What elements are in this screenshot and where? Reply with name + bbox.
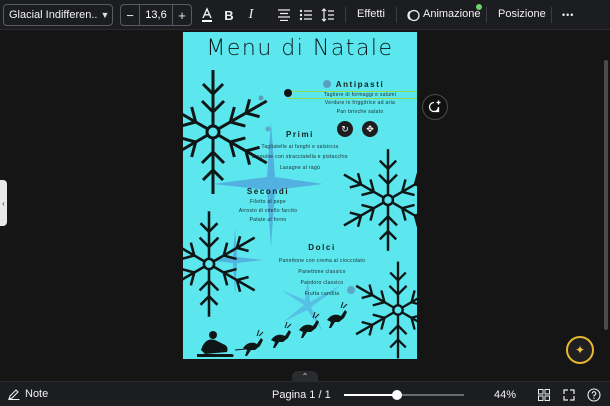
font-size-stepper: − 13,6 + — [120, 4, 192, 26]
menu-title[interactable]: Menu di Natale — [183, 36, 417, 61]
menu-item[interactable]: Lasagne al ragù — [229, 165, 371, 171]
design-page[interactable]: Menu di Natale Antipasti Tagliere di for… — [183, 32, 417, 359]
chevron-left-icon: ‹ — [2, 198, 5, 208]
move-icon: ✥ — [366, 123, 374, 134]
italic-icon: I — [248, 7, 254, 22]
menu-item[interactable]: Tagliatelle ai funghi e salsiccia — [229, 144, 371, 150]
sparkle-icon: ✦ — [574, 343, 586, 357]
toolbar-divider — [345, 7, 346, 23]
section-title-secondi[interactable]: Secondi — [217, 187, 319, 196]
align-center-button[interactable] — [276, 5, 292, 25]
selection-handle[interactable] — [284, 89, 292, 97]
position-button[interactable]: Posizione — [498, 8, 546, 20]
menu-item[interactable]: Arrosto di vitello farcito — [217, 208, 319, 214]
add-comment-button[interactable] — [422, 94, 448, 120]
zoom-slider-thumb[interactable] — [391, 390, 402, 400]
fullscreen-button[interactable] — [561, 387, 577, 403]
more-options-button[interactable]: ••• — [562, 10, 574, 20]
rotate-icon: ↻ — [341, 123, 349, 134]
line-spacing-button[interactable] — [320, 5, 336, 25]
menu-item[interactable]: Pan brioche salato — [309, 109, 411, 115]
animation-button[interactable]: Animazione — [423, 8, 480, 20]
snowflake-decoration — [183, 210, 261, 318]
side-panel-toggle[interactable]: ‹ — [0, 180, 7, 226]
notes-label: Note — [25, 388, 49, 400]
section-title-dolci[interactable]: Dolci — [271, 243, 373, 252]
move-button[interactable]: ✥ — [362, 121, 378, 137]
increase-font-size-button[interactable]: + — [173, 8, 191, 23]
toolbar-divider — [551, 7, 552, 23]
text-color-icon — [202, 7, 212, 22]
top-toolbar: Glacial Indifferen... ▼ − 13,6 + B I Eff… — [0, 0, 610, 30]
snowflake-decoration — [350, 260, 417, 359]
notes-button[interactable]: Note — [8, 388, 48, 400]
selection-outline[interactable] — [287, 91, 417, 99]
sleigh-silhouette — [197, 301, 348, 357]
decrease-font-size-button[interactable]: − — [121, 8, 139, 23]
animation-icon — [406, 5, 420, 25]
bottom-bar: Note Pagina 1 / 1 44% — [0, 381, 610, 406]
toolbar-divider — [486, 7, 487, 23]
menu-item[interactable]: Filetto al pepe — [217, 199, 319, 205]
grid-view-icon — [538, 389, 550, 401]
chevron-up-icon: ⌃ — [301, 371, 309, 381]
italic-button[interactable]: I — [243, 5, 259, 25]
menu-item[interactable]: Panettone classico — [251, 269, 393, 275]
menu-item[interactable]: Pandoro classico — [251, 280, 393, 286]
grid-view-button[interactable] — [536, 387, 552, 403]
font-family-value: Glacial Indifferen... — [9, 9, 98, 21]
font-size-input[interactable]: 13,6 — [139, 5, 173, 25]
magic-assistant-button[interactable]: ✦ — [566, 336, 594, 364]
animation-status-dot — [476, 4, 482, 10]
menu-item[interactable]: Frutta candita — [251, 291, 393, 297]
section-title-antipasti[interactable]: Antipasti — [309, 80, 411, 89]
page-counter[interactable]: Pagina 1 / 1 — [272, 389, 331, 401]
help-icon — [587, 388, 601, 402]
font-family-select[interactable]: Glacial Indifferen... ▼ — [3, 4, 113, 26]
effects-button[interactable]: Effetti — [357, 8, 385, 20]
menu-item[interactable]: Verdure in friggitrice ad aria — [309, 100, 411, 106]
comment-plus-icon — [428, 100, 441, 113]
help-button[interactable] — [586, 387, 602, 403]
pencil-notes-icon — [8, 389, 20, 400]
line-spacing-icon — [321, 8, 334, 22]
toolbar-divider — [396, 7, 397, 23]
align-center-icon — [278, 9, 290, 21]
chevron-down-icon: ▼ — [100, 10, 110, 20]
fullscreen-icon — [563, 389, 575, 401]
menu-item[interactable]: Patate al forno — [217, 217, 319, 223]
vertical-scrollbar[interactable] — [604, 60, 608, 330]
menu-item[interactable]: Panettone con crema al cioccolato — [251, 258, 393, 264]
bold-button[interactable]: B — [221, 5, 237, 25]
bullet-list-icon — [299, 9, 312, 21]
section-title-primi[interactable]: Primi — [249, 130, 351, 139]
zoom-level[interactable]: 44% — [494, 389, 516, 401]
rotate-button[interactable]: ↻ — [337, 121, 353, 137]
bubble-decoration — [258, 95, 264, 101]
menu-item[interactable]: Linguine con stracciatella e pistacchio — [229, 154, 371, 160]
bullet-list-button[interactable] — [298, 5, 314, 25]
bold-icon: B — [224, 7, 234, 23]
expand-pages-button[interactable]: ⌃ — [292, 371, 318, 381]
text-color-button[interactable] — [199, 5, 215, 25]
zoom-slider-fill — [344, 394, 397, 396]
